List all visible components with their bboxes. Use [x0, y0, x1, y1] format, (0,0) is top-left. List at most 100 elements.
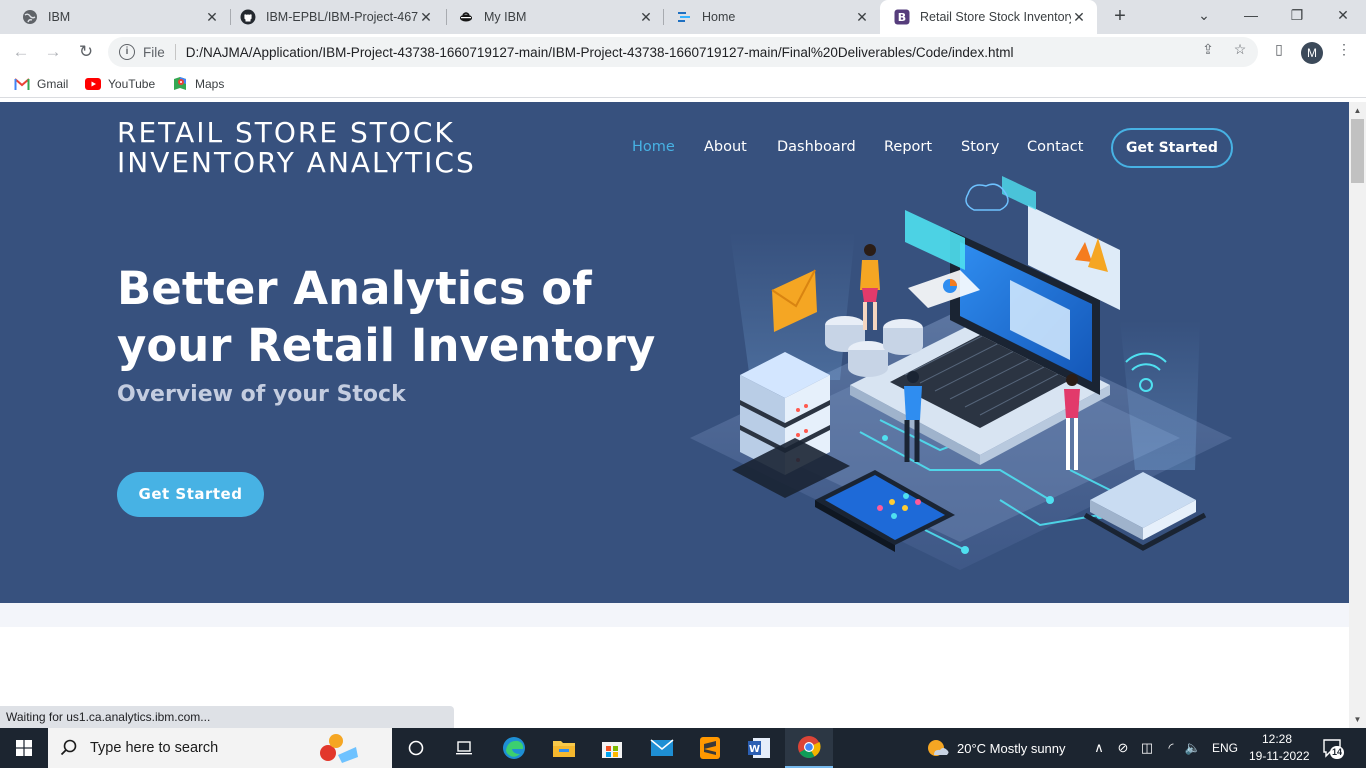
bookmark-gmail[interactable]: Gmail — [14, 76, 68, 92]
task-view-button[interactable] — [392, 728, 440, 768]
github-icon — [240, 9, 256, 25]
nav-get-started-button[interactable]: Get Started — [1111, 128, 1233, 168]
profile-avatar[interactable]: M — [1301, 42, 1323, 64]
hero-headline: Better Analytics of your Retail Inventor… — [117, 262, 656, 372]
hero-analytics-illustration — [690, 176, 1232, 570]
scroll-down-arrow-icon[interactable]: ▼ — [1349, 711, 1366, 728]
page-viewport: RETAIL STORE STOCK INVENTORY ANALYTICS H… — [0, 102, 1349, 728]
gmail-icon — [14, 76, 30, 92]
tab-title: Home — [702, 10, 736, 24]
word-app-icon[interactable]: W — [735, 728, 783, 768]
tab-home[interactable]: Home ✕ — [662, 0, 880, 34]
close-tab-icon[interactable]: ✕ — [204, 9, 220, 25]
tab-title: Retail Store Stock Inventory A — [920, 10, 1071, 24]
cortana-icon — [408, 740, 424, 756]
bootstrap-icon: B — [894, 9, 910, 25]
windows-start-button[interactable] — [0, 728, 48, 768]
chrome-app-icon[interactable] — [785, 728, 833, 768]
address-bar[interactable]: i File D:/NAJMA/Application/IBM-Project-… — [108, 37, 1258, 67]
store-app-icon[interactable] — [588, 728, 636, 768]
scroll-thumb[interactable] — [1351, 119, 1364, 183]
edge-icon — [503, 737, 525, 759]
wifi-icon[interactable]: ◜ — [1162, 739, 1180, 757]
sublime-text-icon — [700, 737, 720, 759]
minimize-button[interactable]: — — [1228, 0, 1274, 30]
hero-subheadline: Overview of your Stock — [117, 382, 406, 407]
nav-about[interactable]: About — [704, 139, 747, 155]
nav-report[interactable]: Report — [884, 139, 932, 155]
word-icon: W — [748, 738, 770, 758]
tab-retail-store[interactable]: B Retail Store Stock Inventory A ✕ — [880, 0, 1097, 34]
timeline-icon — [456, 741, 472, 755]
edge-app-icon[interactable] — [490, 728, 538, 768]
clock-time[interactable]: 12:28 — [1262, 732, 1292, 746]
windows-logo-icon — [16, 740, 32, 756]
svg-text:W: W — [749, 744, 760, 755]
hero-section: RETAIL STORE STOCK INVENTORY ANALYTICS H… — [0, 102, 1349, 603]
close-tab-icon[interactable]: ✕ — [638, 9, 654, 25]
store-bag-icon — [602, 742, 622, 758]
bookmark-star-icon[interactable]: ☆ — [1232, 41, 1248, 57]
close-tab-icon[interactable]: ✕ — [418, 9, 434, 25]
tab-my-ibm[interactable]: My IBM ✕ — [444, 0, 664, 34]
scroll-up-arrow-icon[interactable]: ▲ — [1349, 102, 1366, 119]
hero-get-started-button[interactable]: Get Started — [117, 472, 264, 517]
svg-text:B: B — [898, 11, 906, 24]
tab-github[interactable]: IBM-EPBL/IBM-Project-46719 ✕ — [226, 0, 444, 34]
section-divider-band — [0, 603, 1349, 627]
restore-button[interactable]: ❐ — [1274, 0, 1320, 30]
bookmark-youtube[interactable]: YouTube — [85, 76, 155, 92]
tab-search-icon[interactable]: ⌄ — [1181, 0, 1227, 30]
file-explorer-app-icon[interactable] — [540, 728, 588, 768]
tab-title: IBM-EPBL/IBM-Project-46719 — [266, 10, 418, 24]
clock-date[interactable]: 19-11-2022 — [1249, 749, 1310, 763]
side-panel-icon[interactable]: ▯ — [1271, 41, 1287, 57]
task-view-icon[interactable] — [440, 728, 488, 768]
nav-story[interactable]: Story — [961, 139, 999, 155]
sublime-app-icon[interactable] — [686, 728, 734, 768]
network-off-icon[interactable]: ⊘ — [1114, 739, 1132, 757]
search-icon — [60, 739, 77, 756]
notification-center-button[interactable]: 14 — [1322, 738, 1345, 759]
tab-title: IBM — [48, 10, 71, 24]
language-indicator[interactable]: ENG — [1212, 741, 1238, 755]
mail-app-icon[interactable] — [638, 728, 686, 768]
forward-button[interactable]: → — [41, 40, 65, 64]
youtube-icon — [85, 76, 101, 92]
folder-icon — [553, 741, 575, 757]
globe-icon — [22, 9, 38, 25]
tab-ibm[interactable]: IBM ✕ — [8, 0, 230, 34]
nav-home[interactable]: Home — [632, 139, 675, 155]
address-scheme: File — [143, 44, 165, 60]
ibm-bee-icon — [458, 9, 474, 25]
tray-chevron-up-icon[interactable]: ∧ — [1090, 739, 1108, 757]
address-divider — [174, 44, 176, 60]
weather-text[interactable]: 20°C Mostly sunny — [957, 741, 1066, 756]
nav-contact[interactable]: Contact — [1027, 139, 1083, 155]
maps-pin-icon — [172, 76, 188, 92]
mail-icon — [650, 739, 674, 756]
bookmark-label: Gmail — [37, 77, 69, 91]
menu-kebab-icon[interactable]: ⋮ — [1336, 41, 1352, 57]
bookmark-label: YouTube — [108, 77, 156, 91]
close-tab-icon[interactable]: ✕ — [1071, 9, 1087, 25]
reload-button[interactable]: ↻ — [74, 40, 98, 64]
share-icon[interactable]: ⇪ — [1200, 41, 1216, 57]
nav-dashboard[interactable]: Dashboard — [777, 139, 856, 155]
close-tab-icon[interactable]: ✕ — [854, 9, 870, 25]
page-scrollbar[interactable]: ▲ ▼ — [1349, 102, 1366, 728]
site-brand[interactable]: RETAIL STORE STOCK INVENTORY ANALYTICS — [117, 118, 537, 178]
address-url[interactable]: D:/NAJMA/Application/IBM-Project-43738-1… — [186, 45, 1014, 60]
notification-count-badge: 14 — [1330, 746, 1345, 759]
new-tab-button[interactable]: + — [1108, 5, 1132, 29]
meet-now-icon[interactable]: ◫ — [1138, 739, 1156, 757]
site-info-icon[interactable]: i — [119, 44, 135, 60]
taskbar-search-box[interactable]: Type here to search — [48, 728, 392, 768]
bookmark-maps[interactable]: Maps — [172, 76, 224, 92]
search-placeholder: Type here to search — [90, 740, 219, 756]
back-button[interactable]: ← — [9, 40, 33, 64]
close-window-button[interactable]: ✕ — [1320, 0, 1366, 30]
windows-taskbar: Type here to search W 20°C Mostly sunny … — [0, 728, 1366, 768]
volume-icon[interactable]: 🔈 — [1184, 739, 1202, 757]
bookmarks-bar: Gmail YouTube Maps — [0, 70, 1366, 98]
